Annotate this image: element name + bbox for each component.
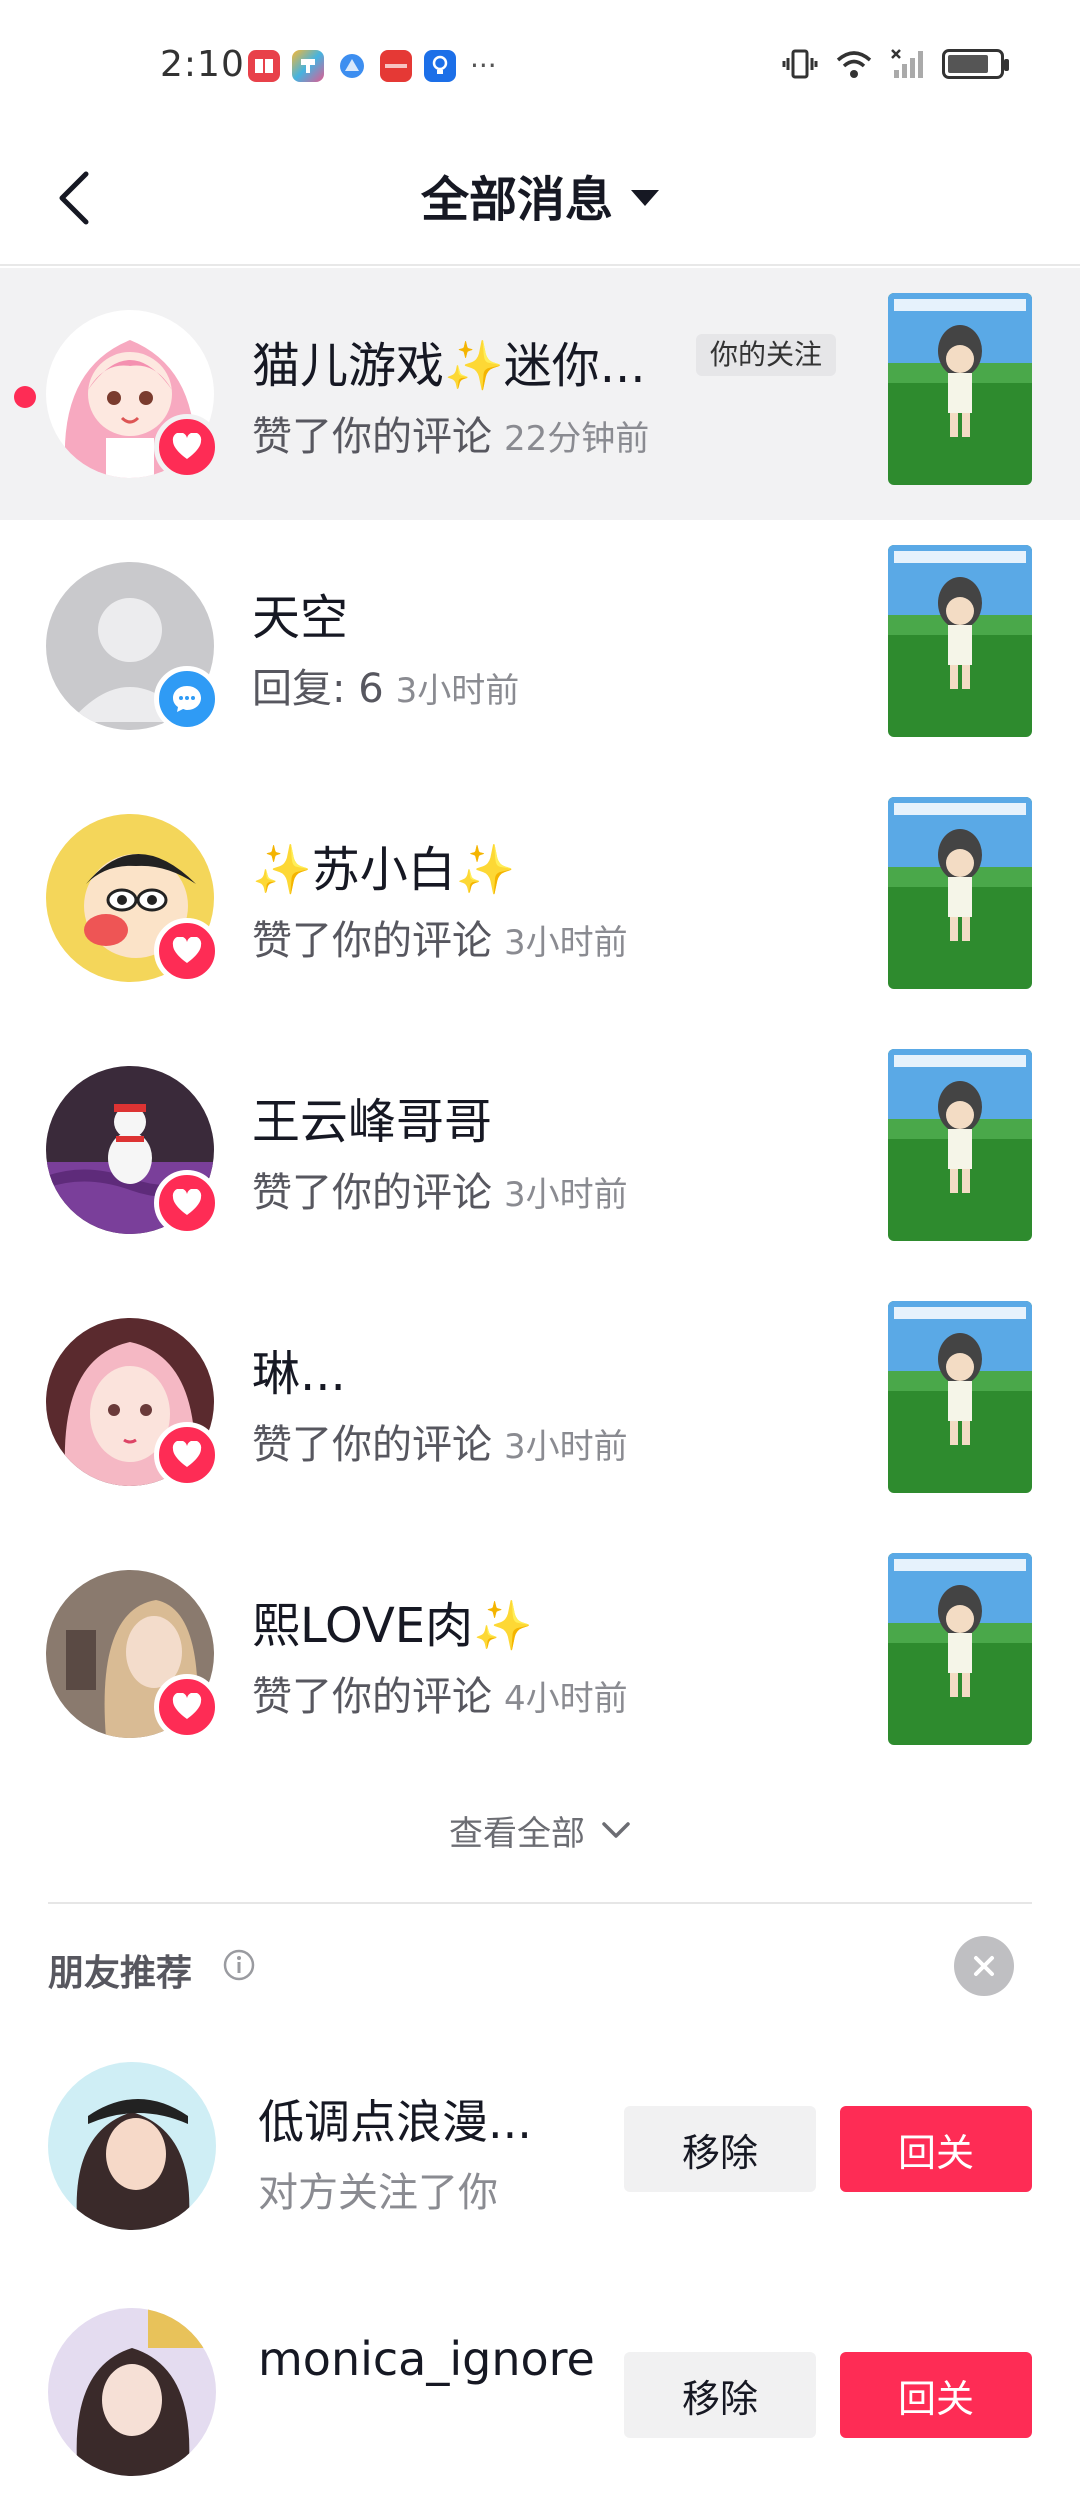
message-time: 3小时前 xyxy=(395,671,520,711)
wifi-icon xyxy=(836,51,872,78)
following-tag: 你的关注 xyxy=(696,334,837,376)
message-action: 赞了你的评论 xyxy=(252,414,492,460)
video-thumbnail[interactable] xyxy=(888,545,1032,737)
friend-name[interactable]: monica_ignore xyxy=(258,2332,595,2386)
remove-button[interactable]: 移除 xyxy=(624,2352,816,2438)
friend-name[interactable]: 低调点浪漫... xyxy=(258,2086,532,2152)
close-button[interactable] xyxy=(954,1936,1014,1996)
follow-back-button[interactable]: 回关 xyxy=(840,2352,1032,2438)
message-summary: 赞了你的评论 4小时前 xyxy=(252,1664,628,1722)
avatar[interactable] xyxy=(48,2308,216,2476)
message-action: 赞了你的评论 xyxy=(252,918,492,964)
message-row[interactable]: 熙LOVE肉✨ 赞了你的评论 4小时前 xyxy=(0,1528,1080,1780)
status-time: 2:10 xyxy=(160,44,245,85)
reply-badge xyxy=(154,666,220,732)
friend-recommendation-item[interactable]: 低调点浪漫... 对方关注了你 移除 回关 xyxy=(0,2062,1080,2262)
video-thumbnail[interactable] xyxy=(888,1553,1032,1745)
message-row[interactable]: 王云峰哥哥 赞了你的评论 3小时前 xyxy=(0,1024,1080,1276)
heart-icon xyxy=(172,1189,202,1215)
message-action: 赞了你的评论 xyxy=(252,1170,492,1216)
follow-back-button[interactable]: 回关 xyxy=(840,2106,1032,2192)
video-thumbnail[interactable] xyxy=(888,1301,1032,1493)
message-summary: 赞了你的评论 3小时前 xyxy=(252,1160,628,1218)
message-summary: 赞了你的评论 3小时前 xyxy=(252,908,628,966)
sender-name[interactable]: 猫儿游戏✨迷你... xyxy=(252,326,646,396)
friend-subtitle: 对方关注了你 xyxy=(258,2170,498,2216)
remove-button[interactable]: 移除 xyxy=(624,2106,816,2192)
battery-icon xyxy=(942,49,1009,79)
dropdown-caret-icon xyxy=(631,190,659,206)
message-summary: 回复: 6 3小时前 xyxy=(252,656,519,714)
sender-name[interactable]: 天空 xyxy=(252,578,348,648)
system-icons xyxy=(782,48,1009,80)
book-app-icon xyxy=(248,50,280,82)
message-action: 赞了你的评论 xyxy=(252,1422,492,1468)
browser-app-icon xyxy=(336,50,368,82)
section-title: 朋友推荐 xyxy=(48,1953,193,1994)
close-icon xyxy=(974,1956,994,1976)
more-notifications-icon: ··· xyxy=(470,49,497,82)
huawei-app-icon xyxy=(380,50,412,82)
message-filter-dropdown[interactable]: 全部消息 xyxy=(0,160,1080,230)
signal-icon xyxy=(891,49,923,78)
message-list: 猫儿游戏✨迷你... 你的关注 赞了你的评论 22分钟前 天空 回复: 6 3小… xyxy=(0,268,1080,1780)
sender-name[interactable]: 熙LOVE肉✨ xyxy=(252,1586,533,1656)
sender-name[interactable]: 琳... xyxy=(252,1334,346,1404)
friend-recommendation-item[interactable]: monica_ignore 移除 回关 xyxy=(0,2308,1080,2508)
like-badge xyxy=(154,1422,220,1488)
status-bar: 2:10 ··· xyxy=(0,0,1080,130)
sender-name[interactable]: 王云峰哥哥 xyxy=(252,1082,492,1152)
video-thumbnail[interactable] xyxy=(888,293,1032,485)
video-thumbnail[interactable] xyxy=(888,797,1032,989)
vibrate-icon xyxy=(782,49,818,79)
message-time: 4小时前 xyxy=(504,1679,628,1719)
message-row[interactable]: 天空 回复: 6 3小时前 xyxy=(0,520,1080,772)
heart-icon xyxy=(172,1693,202,1719)
like-badge xyxy=(154,1170,220,1236)
message-row[interactable]: 琳... 赞了你的评论 3小时前 xyxy=(0,1276,1080,1528)
paint-app-icon xyxy=(292,50,324,82)
message-summary: 赞了你的评论 3小时前 xyxy=(252,1412,628,1470)
view-all-button[interactable]: 查看全部 xyxy=(0,1782,1080,1878)
page-title: 全部消息 xyxy=(420,172,613,228)
heart-icon xyxy=(172,937,202,963)
heart-icon xyxy=(172,433,202,459)
friend-recommendation-header: 朋友推荐 xyxy=(48,1932,1032,2002)
like-badge xyxy=(154,414,220,480)
message-summary: 赞了你的评论 22分钟前 xyxy=(252,404,649,462)
message-time: 3小时前 xyxy=(504,1427,628,1467)
message-time: 22分钟前 xyxy=(504,419,650,459)
message-time: 3小时前 xyxy=(504,923,628,963)
comment-icon xyxy=(173,686,201,712)
message-time: 3小时前 xyxy=(504,1175,628,1215)
top-bar: 全部消息 xyxy=(0,130,1080,266)
heart-icon xyxy=(172,1441,202,1467)
message-action: 赞了你的评论 xyxy=(252,1674,492,1720)
info-icon[interactable] xyxy=(222,1948,256,1982)
message-row[interactable]: 猫儿游戏✨迷你... 你的关注 赞了你的评论 22分钟前 xyxy=(0,268,1080,520)
sender-name[interactable]: ✨苏小白✨ xyxy=(252,830,516,900)
unread-dot xyxy=(14,386,36,408)
view-all-label: 查看全部 xyxy=(449,1813,585,1854)
avatar[interactable] xyxy=(48,2062,216,2230)
video-thumbnail[interactable] xyxy=(888,1049,1032,1241)
section-divider xyxy=(48,1902,1032,1904)
bulb-app-icon xyxy=(424,50,456,82)
message-action: 回复: 6 xyxy=(252,666,384,712)
like-badge xyxy=(154,1674,220,1740)
message-row[interactable]: ✨苏小白✨ 赞了你的评论 3小时前 xyxy=(0,772,1080,1024)
notification-icons: ··· xyxy=(248,50,497,82)
like-badge xyxy=(154,918,220,984)
chevron-down-icon xyxy=(602,1822,630,1838)
